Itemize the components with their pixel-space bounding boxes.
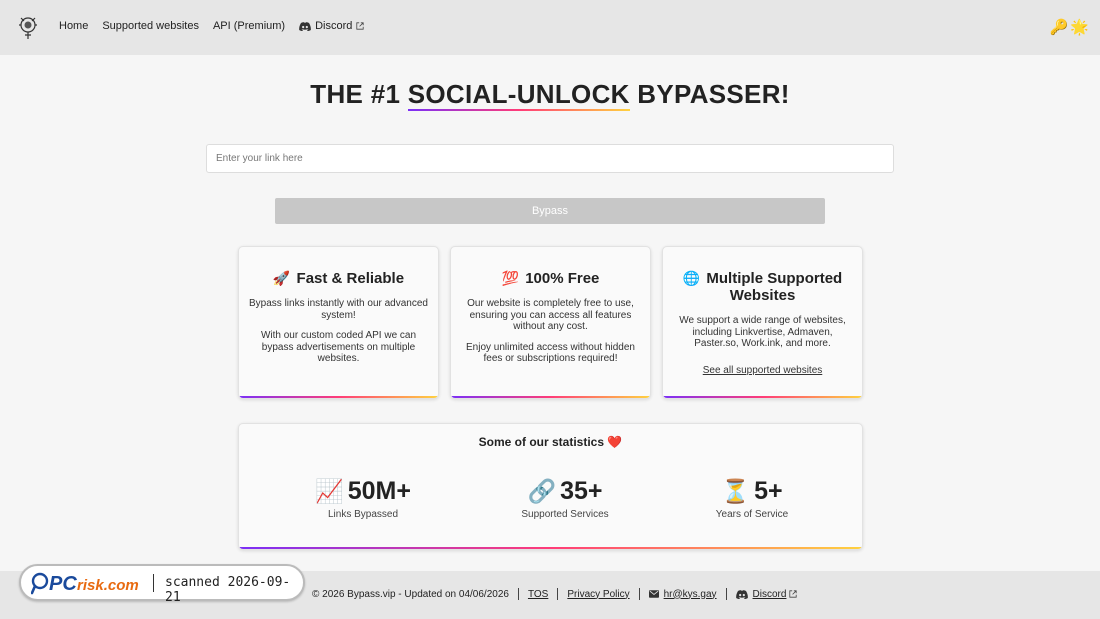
title-prefix: THE #1 bbox=[310, 79, 408, 109]
discord-icon bbox=[299, 21, 311, 31]
feature-card-fast: 🚀 Fast & Reliable Bypass links instantly… bbox=[238, 246, 439, 399]
email-link[interactable]: hr@kys.gay bbox=[648, 588, 717, 600]
nav-home-label: Home bbox=[59, 20, 89, 32]
stat-value: 50M+ bbox=[347, 477, 411, 505]
footer-links: © 2026 Bypass.vip - Updated on 04/06/202… bbox=[312, 588, 798, 600]
link-icon: 🔗 bbox=[527, 478, 557, 504]
title-highlight: SOCIAL-UNLOCK bbox=[407, 79, 630, 111]
card-title-text: Multiple Supported Websites bbox=[706, 270, 843, 304]
card-text: Our website is completely free to use, e… bbox=[467, 298, 634, 332]
watermark-divider bbox=[153, 574, 154, 592]
footer-divider bbox=[517, 588, 519, 600]
email-label: hr@kys.gay bbox=[663, 588, 717, 600]
nav-supported-websites-label: Supported websites bbox=[102, 20, 199, 32]
card-text: Bypass links instantly with our advanced… bbox=[249, 298, 428, 321]
stat-label: Years of Service bbox=[715, 509, 789, 520]
pcrisk-logo-icon: PC risk.com bbox=[31, 572, 139, 595]
card-text: With our custom coded API we can bypass … bbox=[260, 330, 417, 364]
statistics-title: Some of our statistics ❤️ bbox=[478, 435, 623, 449]
footer-divider bbox=[638, 588, 640, 600]
nav-api-link[interactable]: API (Premium) bbox=[213, 20, 285, 32]
statistics-panel: Some of our statistics ❤️ 📈 50M+ Links By… bbox=[238, 423, 863, 550]
top-header: Home Supported websites API (Premium) Di… bbox=[0, 0, 1100, 55]
footer-discord-label: Discord bbox=[752, 588, 787, 600]
footer-discord-link[interactable]: Discord bbox=[735, 588, 798, 600]
card-title: 💯 100% Free bbox=[451, 270, 650, 287]
bypass-button[interactable]: Bypass bbox=[275, 198, 825, 224]
copyright-text: © 2026 Bypass.vip - Updated on 04/06/202… bbox=[312, 588, 509, 600]
stat-value: 5+ bbox=[754, 477, 783, 505]
nav-api-label: API (Premium) bbox=[212, 20, 286, 32]
stat-value-row: ⏳ 5+ bbox=[662, 476, 842, 506]
svg-text:risk.com: risk.com bbox=[77, 577, 139, 594]
footer-divider bbox=[725, 588, 727, 600]
card-title: 🚀 Fast & Reliable bbox=[239, 270, 438, 287]
nav-discord-label: Discord bbox=[315, 20, 353, 32]
footer-divider bbox=[557, 588, 559, 600]
card-title: 🌐 Multiple Supported Websites bbox=[663, 270, 862, 304]
nav-discord-link[interactable]: Discord bbox=[299, 20, 364, 32]
stat-value-row: 📈 50M+ bbox=[273, 476, 453, 506]
discord-icon bbox=[735, 589, 748, 599]
see-supported-websites-link[interactable]: See all supported websites bbox=[703, 365, 823, 376]
title-suffix: BYPASSER! bbox=[629, 79, 790, 109]
privacy-policy-link[interactable]: Privacy Policy bbox=[567, 589, 629, 600]
header-actions: 🔑 🌟 bbox=[1050, 18, 1089, 36]
globe-icon: 🌐 bbox=[682, 270, 701, 286]
card-text: Enjoy unlimited access without hidden fe… bbox=[466, 341, 635, 365]
external-link-icon bbox=[789, 590, 798, 598]
stat-supported-services: 🔗 35+ Supported Services bbox=[475, 476, 655, 520]
tos-link[interactable]: TOS bbox=[528, 589, 548, 600]
hourglass-icon: ⏳ bbox=[721, 478, 751, 504]
main-nav: Home Supported websites API (Premium) Di… bbox=[59, 20, 378, 32]
chart-up-icon: 📈 bbox=[315, 478, 344, 504]
stat-value: 35+ bbox=[560, 477, 603, 505]
page-title: THE #1 SOCIAL-UNLOCK BYPASSER! bbox=[0, 79, 1100, 111]
card-text: We support a wide range of websites, inc… bbox=[679, 315, 846, 349]
nav-home-link[interactable]: Home bbox=[59, 20, 88, 32]
theme-toggle-icon[interactable]: 🌟 bbox=[1070, 18, 1089, 36]
site-logo-icon[interactable] bbox=[15, 14, 41, 40]
stat-label: Links Bypassed bbox=[327, 509, 399, 520]
stat-value-row: 🔗 35+ bbox=[475, 476, 655, 506]
hundred-icon: 💯 bbox=[501, 270, 520, 286]
feature-card-websites: 🌐 Multiple Supported Websites We support… bbox=[662, 246, 863, 399]
rocket-icon: 🚀 bbox=[272, 270, 291, 286]
stat-label: Supported Services bbox=[521, 509, 609, 520]
key-icon[interactable]: 🔑 bbox=[1050, 18, 1069, 36]
feature-card-free: 💯 100% Free Our website is completely fr… bbox=[450, 246, 651, 399]
link-input[interactable] bbox=[206, 144, 894, 173]
stat-links-bypassed: 📈 50M+ Links Bypassed bbox=[273, 476, 453, 520]
card-title-text: Fast & Reliable bbox=[296, 270, 405, 287]
svg-text:PC: PC bbox=[49, 573, 77, 595]
card-title-text: 100% Free bbox=[525, 270, 600, 287]
external-link-icon bbox=[356, 22, 364, 30]
watermark-text: scanned 2026-09-21 bbox=[165, 575, 291, 605]
nav-supported-websites-link[interactable]: Supported websites bbox=[102, 20, 199, 32]
stat-years-of-service: ⏳ 5+ Years of Service bbox=[662, 476, 842, 520]
mail-icon bbox=[648, 590, 659, 598]
pcrisk-watermark: PC risk.com scanned 2026-09-21 bbox=[19, 564, 305, 605]
